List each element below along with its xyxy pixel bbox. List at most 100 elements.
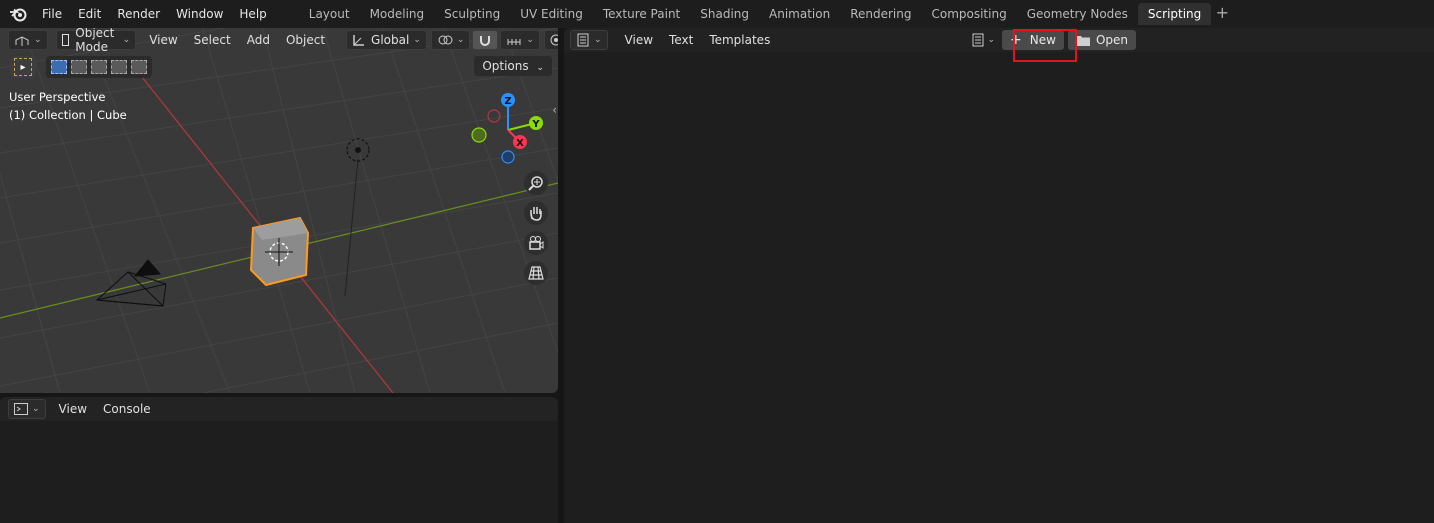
chevron-down-icon: ⌄ bbox=[456, 35, 465, 45]
menu-edit[interactable]: Edit bbox=[70, 0, 109, 28]
snap-toggle[interactable] bbox=[472, 30, 499, 50]
viewport-menu-object[interactable]: Object bbox=[281, 30, 330, 50]
tab-modeling[interactable]: Modeling bbox=[360, 3, 435, 25]
tab-uv-editing[interactable]: UV Editing bbox=[510, 3, 593, 25]
chevron-down-icon: ⌄ bbox=[122, 35, 131, 45]
camera-icon bbox=[529, 236, 544, 250]
tab-shading[interactable]: Shading bbox=[690, 3, 759, 25]
proportional-edit-icon bbox=[550, 34, 558, 46]
menu-window[interactable]: Window bbox=[168, 0, 231, 28]
editor-type-button[interactable]: ⌄ bbox=[8, 30, 48, 50]
zoom-button[interactable] bbox=[524, 171, 548, 195]
pivot-point-select[interactable]: ⌄ bbox=[430, 30, 471, 50]
chevron-down-icon: ⌄ bbox=[594, 35, 602, 45]
orientation-label: Global bbox=[371, 33, 410, 47]
open-label: Open bbox=[1095, 33, 1128, 47]
viewport-info-overlay: User Perspective (1) Collection | Cube bbox=[9, 88, 127, 124]
text-editor-header: ⌄ View Text Templates ⌄ + New Open bbox=[564, 28, 1434, 52]
proportional-editing-toggle[interactable] bbox=[543, 30, 558, 50]
chevron-down-icon: ⌄ bbox=[32, 404, 40, 414]
console-menu-view[interactable]: View bbox=[54, 399, 92, 419]
select-invert-icon[interactable] bbox=[111, 60, 127, 74]
options-label: Options bbox=[482, 59, 529, 73]
select-tool-button[interactable]: ▸ bbox=[10, 56, 36, 78]
blender-logo-icon[interactable] bbox=[4, 0, 32, 28]
editor-type-3d-icon bbox=[15, 36, 29, 46]
select-subtract-icon[interactable] bbox=[91, 60, 107, 74]
select-new-icon[interactable] bbox=[51, 60, 67, 74]
mode-select[interactable]: Object Mode ⌄ bbox=[55, 28, 137, 54]
console-body[interactable] bbox=[0, 421, 558, 523]
camera-view-button[interactable] bbox=[524, 231, 548, 255]
text-menu-view[interactable]: View bbox=[620, 30, 658, 50]
new-label: New bbox=[1029, 33, 1056, 47]
transform-orientation-select[interactable]: Global ⌄ bbox=[346, 30, 427, 50]
console-editor-type-button[interactable]: ⌄ bbox=[8, 399, 46, 419]
text-editor[interactable]: ⌄ View Text Templates ⌄ + New Open bbox=[564, 28, 1434, 523]
main-menu: File Edit Render Window Help bbox=[34, 0, 275, 28]
viewport-header: ⌄ Object Mode ⌄ View Select Add Object G… bbox=[0, 28, 558, 54]
viewport-menu-select[interactable]: Select bbox=[189, 30, 236, 50]
navigation-gizmo[interactable]: Z Y X bbox=[466, 90, 550, 168]
select-intersect-icon[interactable] bbox=[131, 60, 147, 74]
3d-viewport[interactable]: ⌄ Object Mode ⌄ View Select Add Object G… bbox=[0, 28, 558, 393]
hand-icon bbox=[530, 207, 542, 221]
options-dropdown[interactable]: Options ⌄ bbox=[474, 56, 552, 76]
mode-label: Object Mode bbox=[75, 28, 115, 54]
tab-animation[interactable]: Animation bbox=[759, 3, 840, 25]
workspace-tabs: Layout Modeling Sculpting UV Editing Tex… bbox=[299, 0, 1234, 28]
active-object-label: (1) Collection | Cube bbox=[9, 108, 127, 122]
python-console[interactable]: ⌄ View Console bbox=[0, 397, 558, 523]
viewport-menu-view[interactable]: View bbox=[144, 30, 182, 50]
menu-help[interactable]: Help bbox=[231, 0, 274, 28]
pan-button[interactable] bbox=[524, 201, 548, 225]
chevron-down-icon: ⌄ bbox=[536, 63, 544, 73]
sidebar-toggle-icon[interactable]: ‹ bbox=[552, 103, 557, 117]
tab-sculpting[interactable]: Sculpting bbox=[434, 3, 510, 25]
orientation-icon bbox=[353, 35, 365, 46]
snap-target-select[interactable]: ⌄ bbox=[500, 30, 540, 50]
grid-icon bbox=[528, 266, 544, 280]
view-perspective-label: User Perspective bbox=[9, 90, 106, 104]
snap-increment-icon bbox=[507, 39, 521, 45]
chevron-down-icon: ⌄ bbox=[526, 35, 534, 45]
console-menu-console[interactable]: Console bbox=[98, 399, 156, 419]
console-icon bbox=[14, 403, 28, 415]
chevron-down-icon: ⌄ bbox=[34, 35, 42, 45]
tab-geometry-nodes[interactable]: Geometry Nodes bbox=[1017, 3, 1138, 25]
gizmo-z-label: Z bbox=[504, 96, 511, 107]
chevron-down-icon: ⌄ bbox=[987, 35, 996, 45]
add-workspace-button[interactable]: + bbox=[1211, 3, 1233, 25]
text-datablock-controls: ⌄ + New Open bbox=[966, 30, 1136, 50]
text-menu-templates[interactable]: Templates bbox=[704, 30, 775, 50]
tab-compositing[interactable]: Compositing bbox=[921, 3, 1016, 25]
top-bar: File Edit Render Window Help Layout Mode… bbox=[0, 0, 1434, 28]
select-extend-icon[interactable] bbox=[71, 60, 87, 74]
tab-scripting[interactable]: Scripting bbox=[1137, 3, 1212, 25]
tab-rendering[interactable]: Rendering bbox=[840, 3, 921, 25]
cube-object[interactable] bbox=[249, 216, 310, 287]
selection-mode-group bbox=[46, 56, 152, 78]
new-text-button[interactable]: + New bbox=[1002, 30, 1064, 50]
orthographic-toggle-button[interactable] bbox=[524, 261, 548, 285]
text-document-icon bbox=[972, 33, 984, 47]
text-menu-text[interactable]: Text bbox=[664, 30, 698, 50]
text-editor-type-button[interactable]: ⌄ bbox=[570, 30, 608, 50]
plus-icon: + bbox=[1010, 32, 1022, 48]
console-header: ⌄ View Console bbox=[0, 397, 558, 421]
chevron-down-icon: ⌄ bbox=[413, 35, 421, 45]
gizmo-x-label: X bbox=[516, 138, 524, 149]
folder-icon bbox=[1075, 36, 1090, 46]
tab-layout[interactable]: Layout bbox=[299, 3, 360, 25]
open-text-button[interactable]: Open bbox=[1067, 30, 1136, 50]
browse-text-button[interactable]: ⌄ bbox=[966, 30, 1000, 50]
menu-file[interactable]: File bbox=[34, 0, 70, 28]
link-icon bbox=[438, 35, 453, 45]
gizmo-y-label: Y bbox=[531, 119, 540, 130]
tab-texture-paint[interactable]: Texture Paint bbox=[593, 3, 690, 25]
object-mode-icon bbox=[61, 34, 70, 46]
menu-render[interactable]: Render bbox=[109, 0, 168, 28]
cursor-select-icon: ▸ bbox=[14, 58, 32, 76]
viewport-menu-add[interactable]: Add bbox=[242, 30, 275, 50]
viewport-scene bbox=[0, 28, 558, 393]
